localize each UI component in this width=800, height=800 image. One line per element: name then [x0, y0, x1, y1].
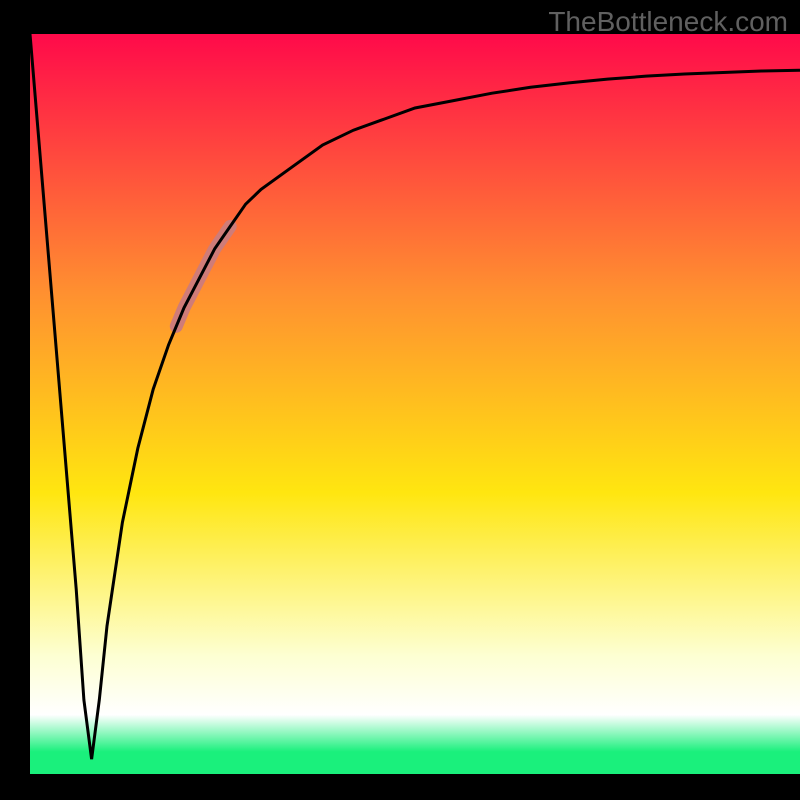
frame-top [0, 0, 800, 34]
bottleneck-plot [0, 0, 800, 800]
chart-container: TheBottleneck.com [0, 0, 800, 800]
frame-bottom [0, 774, 800, 800]
frame-left [0, 0, 30, 800]
gradient-background [30, 34, 800, 774]
